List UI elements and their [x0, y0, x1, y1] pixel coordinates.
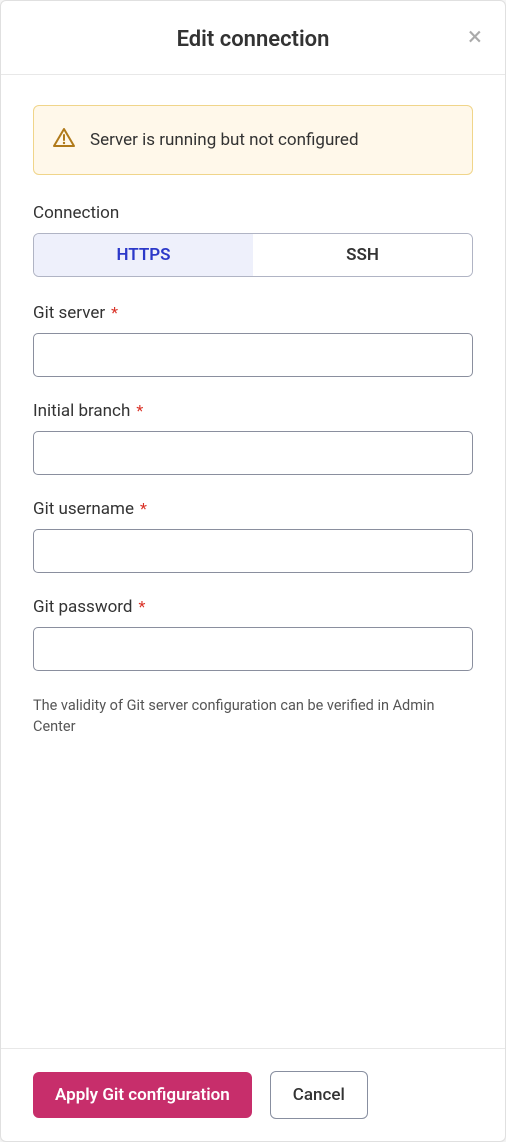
initial-branch-label: Initial branch *	[33, 401, 473, 421]
required-asterisk: *	[140, 499, 147, 518]
apply-git-configuration-button[interactable]: Apply Git configuration	[33, 1072, 252, 1118]
git-server-label-text: Git server	[33, 303, 105, 323]
modal-title: Edit connection	[21, 27, 485, 52]
initial-branch-input[interactable]	[33, 431, 473, 475]
required-asterisk: *	[136, 401, 143, 420]
tab-https[interactable]: HTTPS	[34, 234, 253, 276]
modal-footer: Apply Git configuration Cancel	[1, 1048, 505, 1141]
git-password-group: Git password *	[33, 597, 473, 671]
git-username-label-text: Git username	[33, 499, 134, 519]
close-icon[interactable]: ×	[461, 23, 489, 51]
connection-label: Connection	[33, 203, 473, 223]
modal-header: Edit connection ×	[1, 1, 505, 75]
git-username-group: Git username *	[33, 499, 473, 573]
git-server-input[interactable]	[33, 333, 473, 377]
edit-connection-modal: Edit connection × Server is running but …	[0, 0, 506, 1142]
warning-alert-text: Server is running but not configured	[90, 130, 359, 150]
warning-alert: Server is running but not configured	[33, 105, 473, 175]
initial-branch-group: Initial branch *	[33, 401, 473, 475]
tab-ssh[interactable]: SSH	[253, 234, 472, 276]
git-password-label: Git password *	[33, 597, 473, 617]
git-server-label: Git server *	[33, 303, 473, 323]
git-server-group: Git server *	[33, 303, 473, 377]
git-username-input[interactable]	[33, 529, 473, 573]
modal-body: Server is running but not configured Con…	[1, 75, 505, 1048]
warning-triangle-icon	[52, 126, 76, 154]
cancel-button[interactable]: Cancel	[270, 1071, 368, 1119]
required-asterisk: *	[139, 597, 146, 616]
git-password-label-text: Git password	[33, 597, 133, 617]
required-asterisk: *	[111, 303, 118, 322]
initial-branch-label-text: Initial branch	[33, 401, 130, 421]
git-password-input[interactable]	[33, 627, 473, 671]
connection-type-segmented: HTTPS SSH	[33, 233, 473, 277]
git-username-label: Git username *	[33, 499, 473, 519]
config-helper-text: The validity of Git server configuration…	[33, 695, 473, 737]
